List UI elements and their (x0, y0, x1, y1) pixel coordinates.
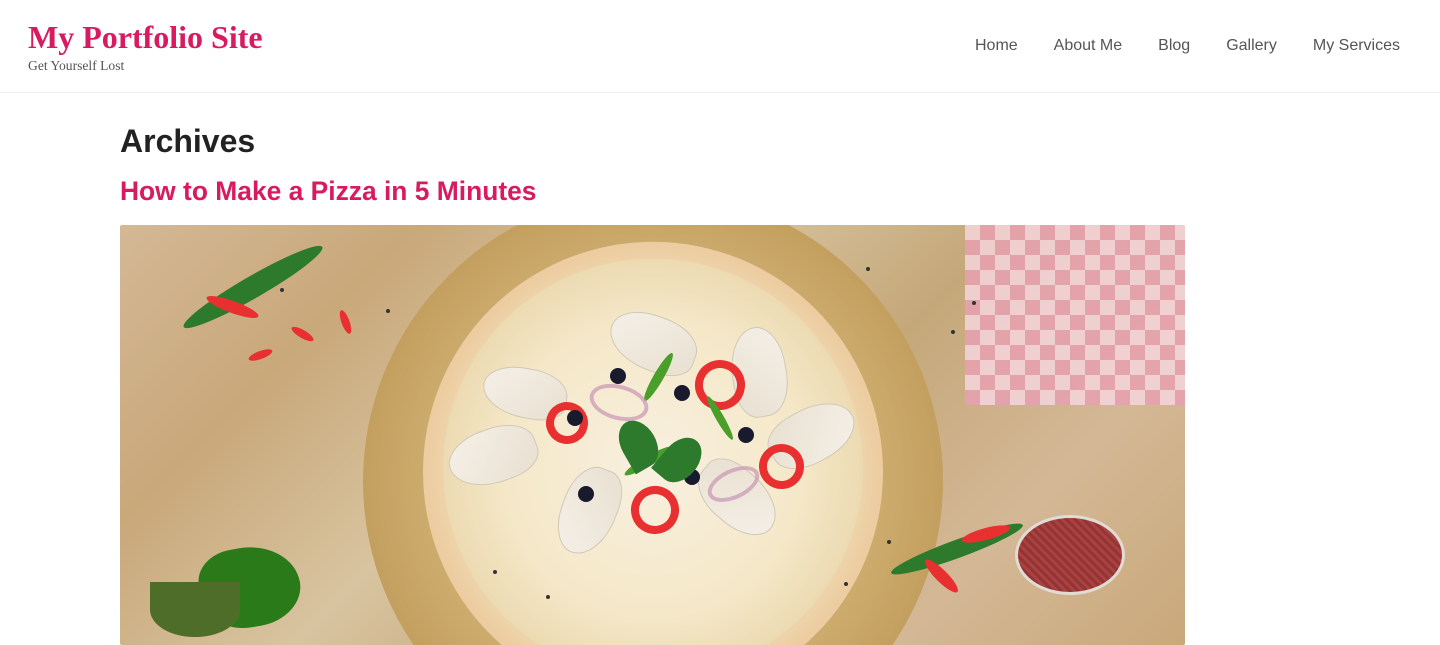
chili-slice-1 (290, 325, 316, 344)
site-branding: My Portfolio Site Get Yourself Lost (28, 18, 263, 74)
site-header: My Portfolio Site Get Yourself Lost Home… (0, 0, 1440, 93)
post-featured-image (120, 225, 1185, 645)
herb-bowl (150, 582, 240, 637)
nav-gallery[interactable]: Gallery (1226, 37, 1277, 55)
post-title: How to Make a Pizza in 5 Minutes (120, 176, 1400, 207)
olive-6 (610, 368, 626, 384)
site-tagline: Get Yourself Lost (28, 58, 263, 74)
post-title-link[interactable]: How to Make a Pizza in 5 Minutes (120, 176, 536, 206)
chili-slice-2 (247, 347, 273, 363)
main-nav: Home About Me Blog Gallery My Services (975, 37, 1400, 55)
nav-home[interactable]: Home (975, 37, 1018, 55)
spice-dot-7 (546, 595, 550, 599)
olive-1 (674, 385, 690, 401)
archives-heading: Archives (120, 123, 1400, 160)
spice-dot-1 (280, 288, 284, 292)
nav-services[interactable]: My Services (1313, 37, 1400, 55)
main-content: Archives How to Make a Pizza in 5 Minute… (0, 93, 1440, 645)
chili-slice-3 (337, 309, 353, 335)
red-spice-bowl (1015, 515, 1125, 595)
pizza-image-bg (120, 225, 1185, 645)
olive-4 (578, 486, 594, 502)
spice-dot-4 (972, 301, 976, 305)
olive-2 (738, 427, 754, 443)
spice-dot-6 (493, 570, 497, 574)
nav-blog[interactable]: Blog (1158, 37, 1190, 55)
spice-dot-5 (951, 330, 955, 334)
spice-dot-2 (386, 309, 390, 313)
green-chili-big (178, 237, 328, 336)
spice-dot-3 (866, 267, 870, 271)
red-spice-content (1018, 518, 1122, 592)
herb-bowl-content (150, 582, 240, 637)
nav-about[interactable]: About Me (1054, 37, 1122, 55)
site-title: My Portfolio Site (28, 18, 263, 56)
